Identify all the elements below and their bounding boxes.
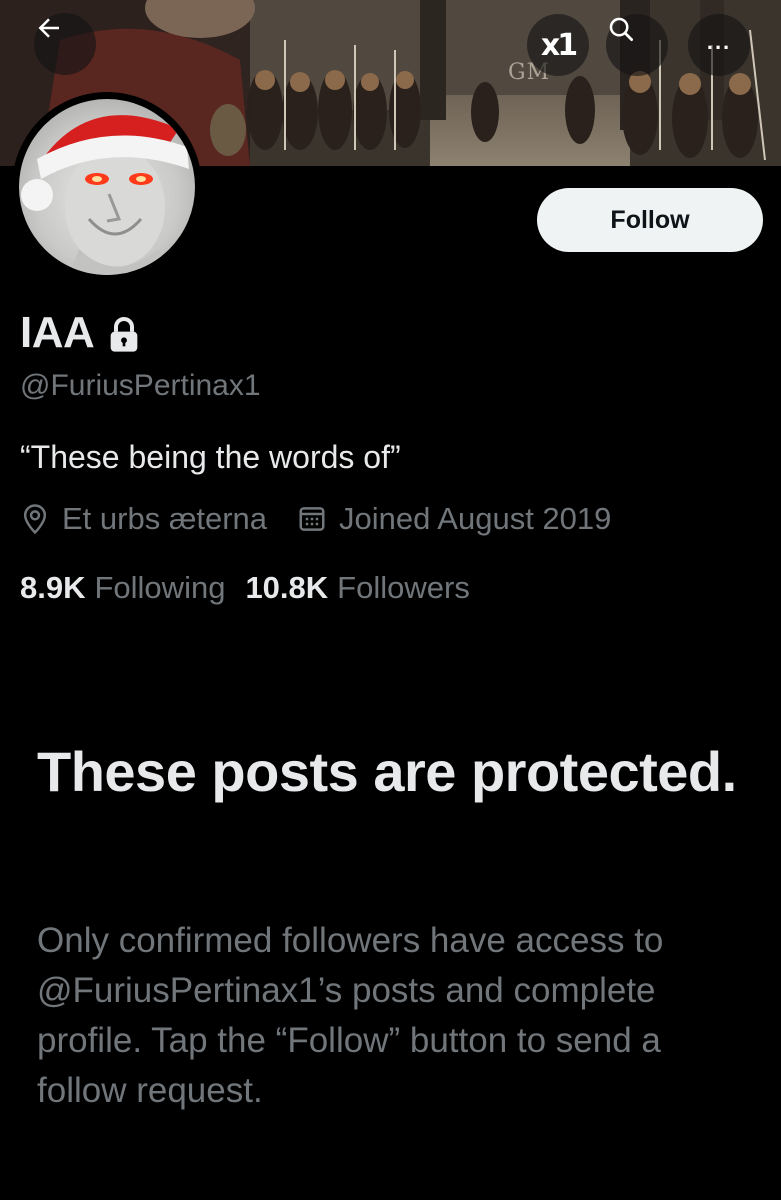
followers-count: 10.8K — [245, 570, 329, 605]
location-pin-icon — [23, 504, 47, 535]
lock-icon — [110, 317, 138, 352]
location-item: Et urbs æterna — [20, 501, 267, 537]
x1-button[interactable]: x1 — [527, 14, 589, 76]
search-icon — [609, 17, 633, 41]
profile-handle: @FuriusPertinax1 — [20, 369, 261, 402]
more-icon: ... — [706, 29, 732, 54]
profile-name: IAA — [20, 308, 95, 357]
location-text: Et urbs æterna — [62, 501, 268, 536]
more-options-button[interactable]: ... — [688, 14, 750, 76]
joined-item: Joined August 2019 — [297, 501, 611, 537]
profile-stats: 8.9K Following 10.8K Followers — [20, 570, 470, 606]
avatar-image — [19, 99, 195, 275]
back-button[interactable] — [34, 13, 96, 75]
profile-bio: “These being the words of” — [20, 439, 401, 475]
search-button[interactable] — [606, 14, 668, 76]
following-label: Following — [94, 570, 226, 605]
calendar-icon — [299, 507, 325, 531]
profile-meta: Et urbs æterna Joined August 2019 — [20, 501, 611, 537]
avatar[interactable] — [12, 92, 202, 282]
joined-text: Joined August 2019 — [339, 501, 612, 536]
followers-label: Followers — [337, 570, 470, 605]
followers-link[interactable]: 10.8K Followers — [245, 570, 469, 606]
follow-button[interactable]: Follow — [537, 188, 763, 252]
following-link[interactable]: 8.9K Following — [20, 570, 225, 606]
arrow-left-icon — [38, 18, 59, 38]
protected-body: Only confirmed followers have access to … — [37, 921, 664, 1110]
protected-title: These posts are protected. — [37, 740, 737, 803]
x1-label: x1 — [540, 27, 578, 63]
profile-name-row: IAA — [20, 308, 140, 358]
following-count: 8.9K — [20, 570, 86, 605]
